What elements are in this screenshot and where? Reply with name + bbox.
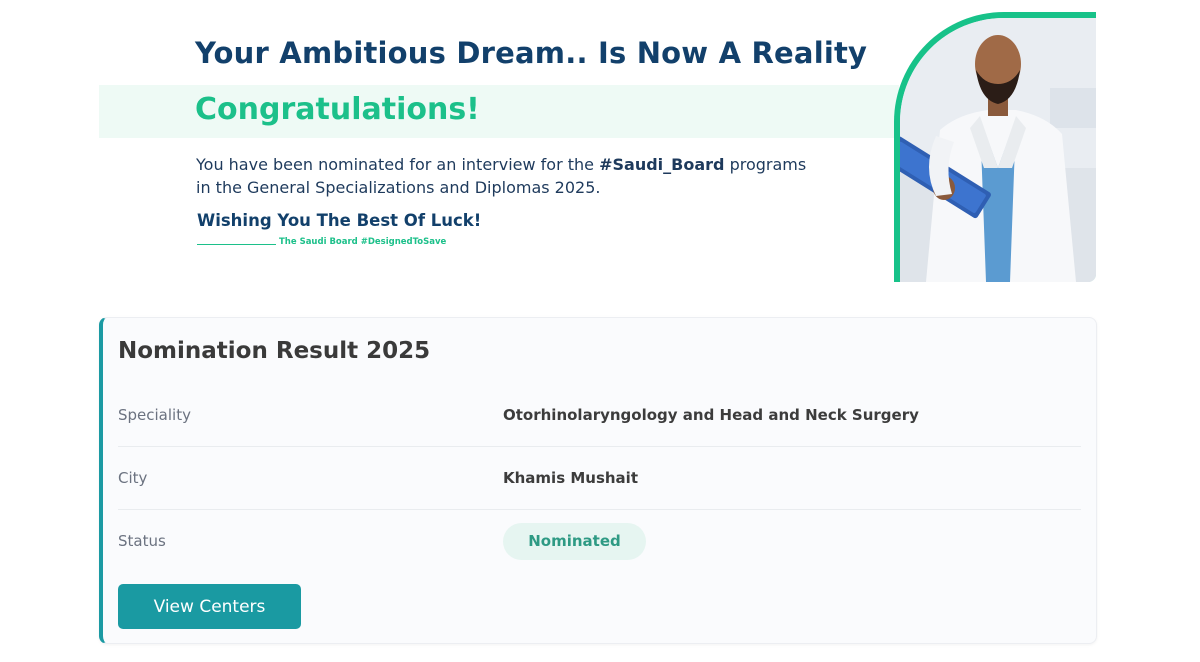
status-label: Status (118, 532, 166, 550)
speciality-label: Speciality (118, 406, 191, 424)
hero-banner: Your Ambitious Dream.. Is Now A Reality … (0, 0, 1200, 300)
message-text-start: You have been nominated for an interview… (196, 155, 600, 174)
nomination-message: You have been nominated for an interview… (196, 153, 816, 199)
city-row: City Khamis Mushait (118, 447, 1081, 510)
message-hashtag: #Saudi_Board (599, 155, 725, 174)
status-badge: Nominated (503, 523, 646, 560)
doctor-illustration (900, 18, 1096, 282)
nomination-result-card: Nomination Result 2025 Speciality Otorhi… (99, 317, 1097, 644)
wishing-luck-text: Wishing You The Best Of Luck! (197, 211, 482, 230)
status-row: Status Nominated (118, 510, 1081, 573)
view-centers-button[interactable]: View Centers (118, 584, 301, 629)
speciality-row: Speciality Otorhinolaryngology and Head … (118, 384, 1081, 447)
doctor-photo-frame (894, 12, 1096, 282)
doctor-photo (900, 18, 1096, 282)
speciality-value: Otorhinolaryngology and Head and Neck Su… (503, 406, 919, 424)
city-value: Khamis Mushait (503, 469, 638, 487)
signature-divider (197, 244, 276, 245)
city-label: City (118, 469, 148, 487)
hero-headline: Your Ambitious Dream.. Is Now A Reality (195, 36, 868, 70)
card-title: Nomination Result 2025 (118, 338, 431, 364)
signature-text: The Saudi Board #DesignedToSave (279, 237, 447, 247)
congratulations-heading: Congratulations! (195, 92, 480, 127)
